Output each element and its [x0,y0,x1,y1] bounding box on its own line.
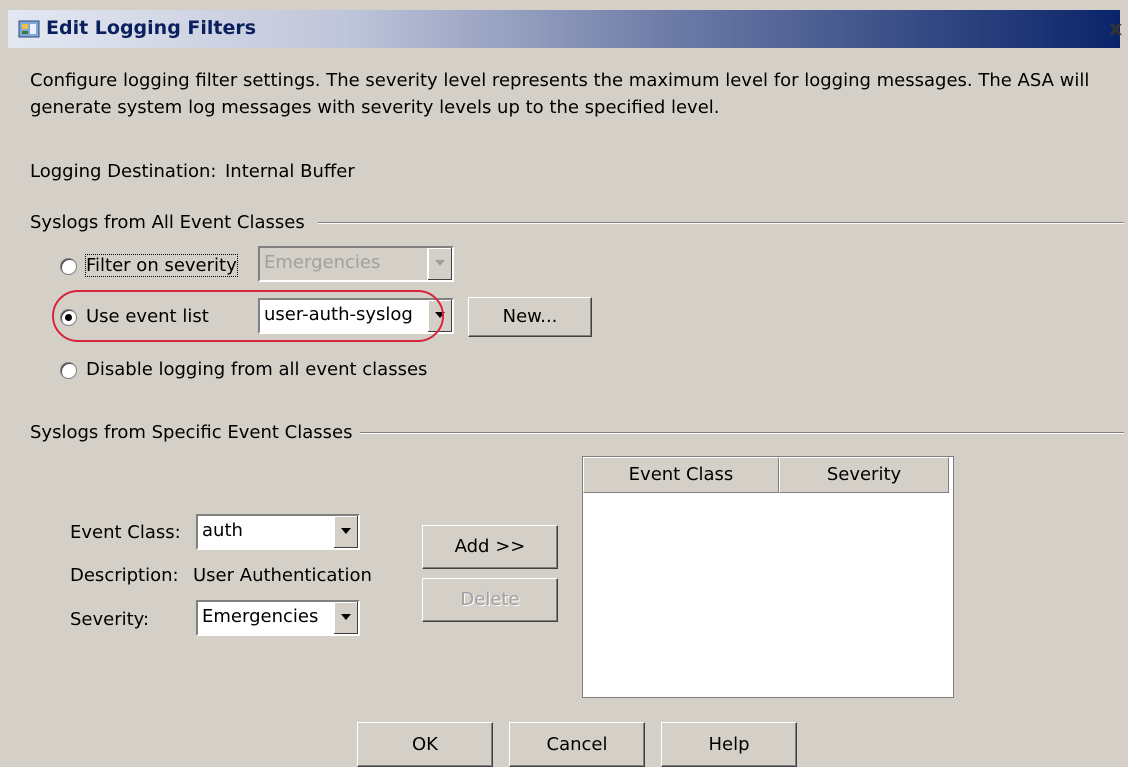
group-divider [318,222,1124,224]
app-icon [18,20,40,38]
add-button[interactable]: Add >> [422,525,558,569]
delete-button: Delete [422,578,558,622]
window-title: Edit Logging Filters [46,17,257,39]
severity-label: Severity: [70,609,150,630]
all-classes-group-title: Syslogs from All Event Classes [30,212,305,233]
chevron-down-icon [427,248,452,280]
severity-value: Emergencies [202,606,319,627]
cancel-button[interactable]: Cancel [509,722,645,767]
event-class-value: auth [202,520,243,541]
help-button[interactable]: Help [661,722,797,767]
severity-filter-value: Emergencies [264,252,381,273]
disable-logging-label[interactable]: Disable logging from all event classes [86,359,427,380]
filter-severity-label[interactable]: Filter on severity [85,254,238,277]
event-class-table[interactable]: Event Class Severity [582,456,954,698]
column-header-event-class[interactable]: Event Class [583,457,779,493]
ok-button[interactable]: OK [357,722,493,767]
destination-label: Logging Destination: [30,161,217,182]
event-class-label: Event Class: [70,522,181,543]
event-class-select[interactable]: auth [196,514,360,550]
severity-select[interactable]: Emergencies [196,600,360,636]
specific-classes-group-title: Syslogs from Specific Event Classes [30,422,353,443]
edit-logging-filters-dialog: Edit Logging Filters x Configure logging… [0,0,1128,767]
chevron-down-icon[interactable] [333,602,358,634]
group-divider [360,432,1124,434]
description-label: Description: [70,565,179,586]
close-icon[interactable]: x [1109,16,1122,40]
highlight-annotation [52,290,444,342]
column-header-severity[interactable]: Severity [779,457,949,493]
filter-severity-radio[interactable] [60,258,77,275]
chevron-down-icon[interactable] [333,516,358,548]
description-text: Configure logging filter settings. The s… [30,70,1090,118]
new-event-list-button[interactable]: New... [468,297,592,337]
title-bar[interactable]: Edit Logging Filters x [8,10,1122,48]
severity-filter-select: Emergencies [258,246,454,282]
destination-value: Internal Buffer [225,161,355,182]
disable-logging-radio[interactable] [60,362,77,379]
description-value: User Authentication [193,565,372,586]
